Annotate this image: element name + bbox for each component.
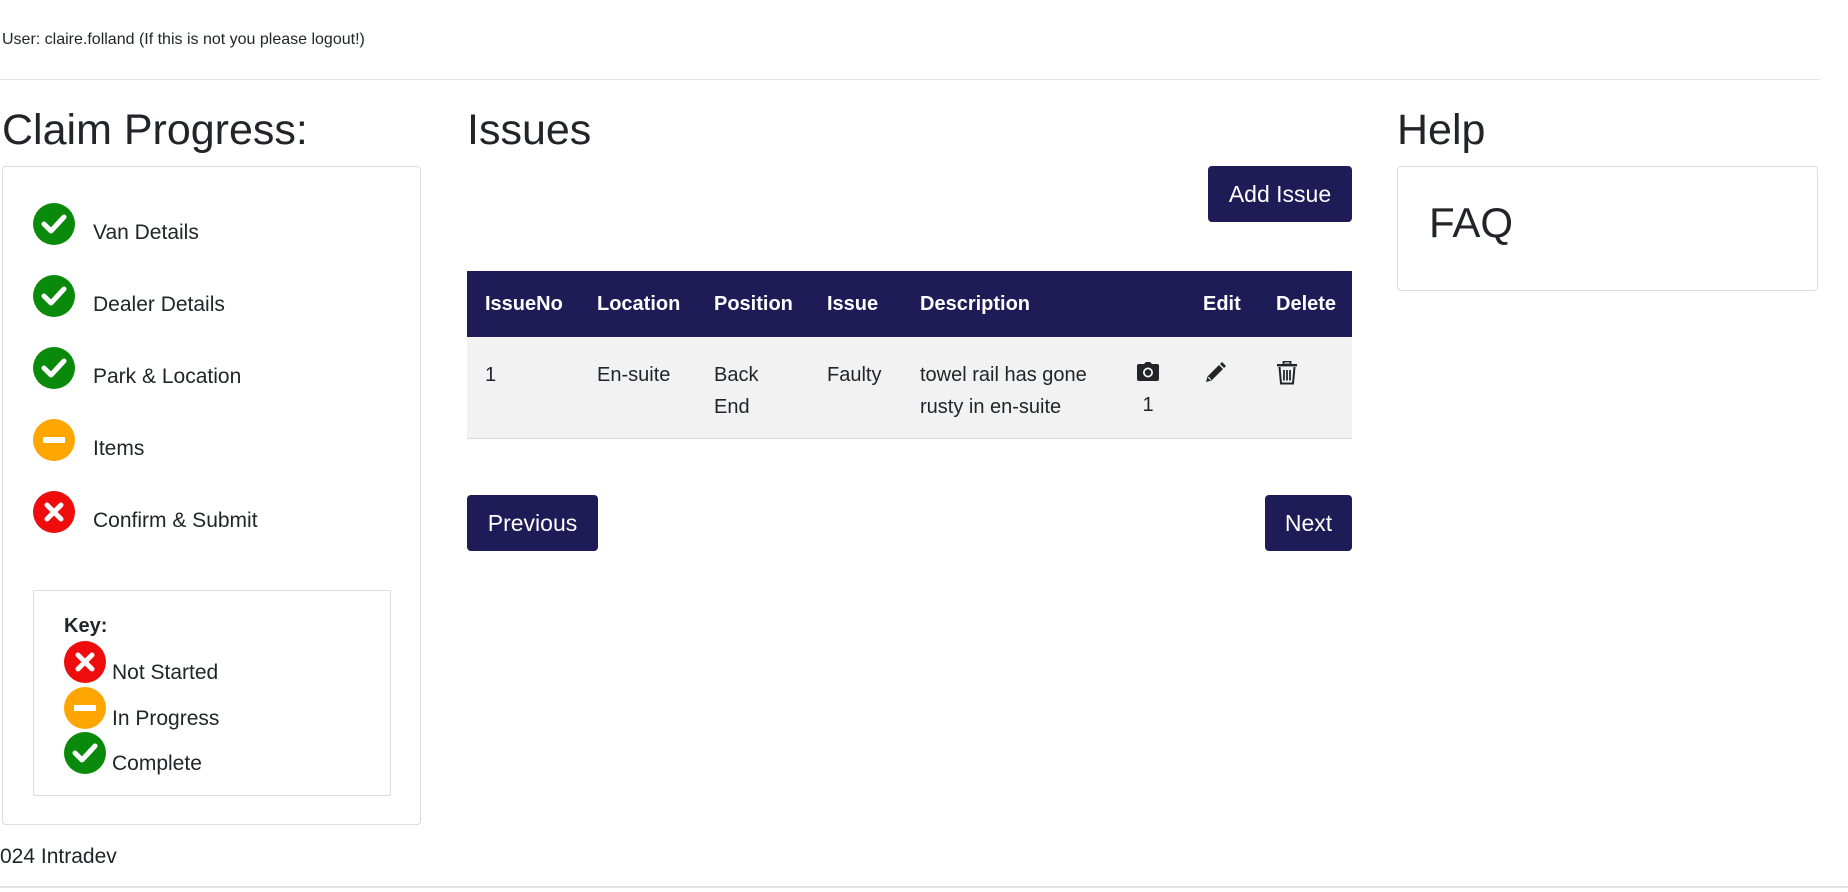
column-header-position: Position (714, 293, 793, 315)
edit-icon[interactable] (1203, 361, 1227, 390)
cell-location: En-suite (597, 364, 671, 386)
column-header-delete: Delete (1276, 293, 1337, 315)
key-label: Not Started (112, 661, 219, 684)
column-header-edit: Edit (1203, 293, 1241, 315)
bottom-divider (0, 886, 1848, 888)
column-header-issueno: IssueNo (485, 293, 563, 315)
top-divider (0, 79, 1820, 80)
step-label: Dealer Details (93, 293, 225, 316)
faq-heading[interactable]: FAQ (1429, 199, 1513, 247)
user-line: User: claire.folland (If this is not you… (2, 31, 365, 48)
help-panel: FAQ (1397, 166, 1818, 291)
cell-position: Back End (714, 359, 758, 423)
step-label: Confirm & Submit (93, 509, 258, 532)
issues-table-header: IssueNo Location Position Issue Descript… (467, 271, 1352, 337)
description-line: rusty in en-suite (920, 396, 1062, 418)
column-header-issue: Issue (827, 293, 879, 315)
previous-button[interactable]: Previous (467, 495, 598, 551)
position-line: End (714, 396, 750, 418)
step-label: Van Details (93, 221, 199, 244)
table-row: 1 En-suite Back End Faulty towel rail ha… (467, 337, 1352, 439)
claim-progress-panel: Van Details Dealer Details Park & Locati… (2, 166, 421, 825)
x-circle-icon (64, 641, 106, 683)
minus-circle-icon (33, 419, 75, 461)
description-line: towel rail has gone (920, 364, 1087, 386)
position-line: Back (714, 364, 759, 386)
next-button[interactable]: Next (1265, 495, 1352, 551)
key-label: Complete (112, 752, 202, 775)
step-label: Park & Location (93, 365, 242, 388)
cell-issue-no: 1 (485, 364, 497, 386)
step-label: Items (93, 437, 145, 460)
x-circle-icon (33, 491, 75, 533)
photo-count: 1 (1142, 394, 1154, 416)
column-header-description: Description (920, 293, 1031, 315)
minus-circle-icon (64, 687, 106, 729)
footer-text: 024 Intradev (0, 845, 117, 868)
cell-description: towel rail has gone rusty in en-suite (920, 359, 1087, 423)
check-circle-icon (33, 347, 75, 389)
check-circle-icon (33, 203, 75, 245)
key-label: In Progress (112, 707, 220, 730)
help-title: Help (1397, 106, 1486, 154)
trash-icon[interactable] (1276, 360, 1298, 390)
cell-issue: Faulty (827, 364, 882, 386)
camera-icon[interactable] (1135, 361, 1161, 388)
check-circle-icon (64, 732, 106, 774)
column-header-location: Location (597, 293, 681, 315)
check-circle-icon (33, 275, 75, 317)
claim-progress-title: Claim Progress: (2, 106, 308, 154)
status-key-box: Key: Not Started In Progress Complete (33, 590, 391, 796)
photo-cell[interactable]: 1 (1135, 361, 1161, 417)
add-issue-button[interactable]: Add Issue (1208, 166, 1352, 222)
key-title: Key: (64, 615, 108, 637)
issues-title: Issues (467, 106, 592, 154)
